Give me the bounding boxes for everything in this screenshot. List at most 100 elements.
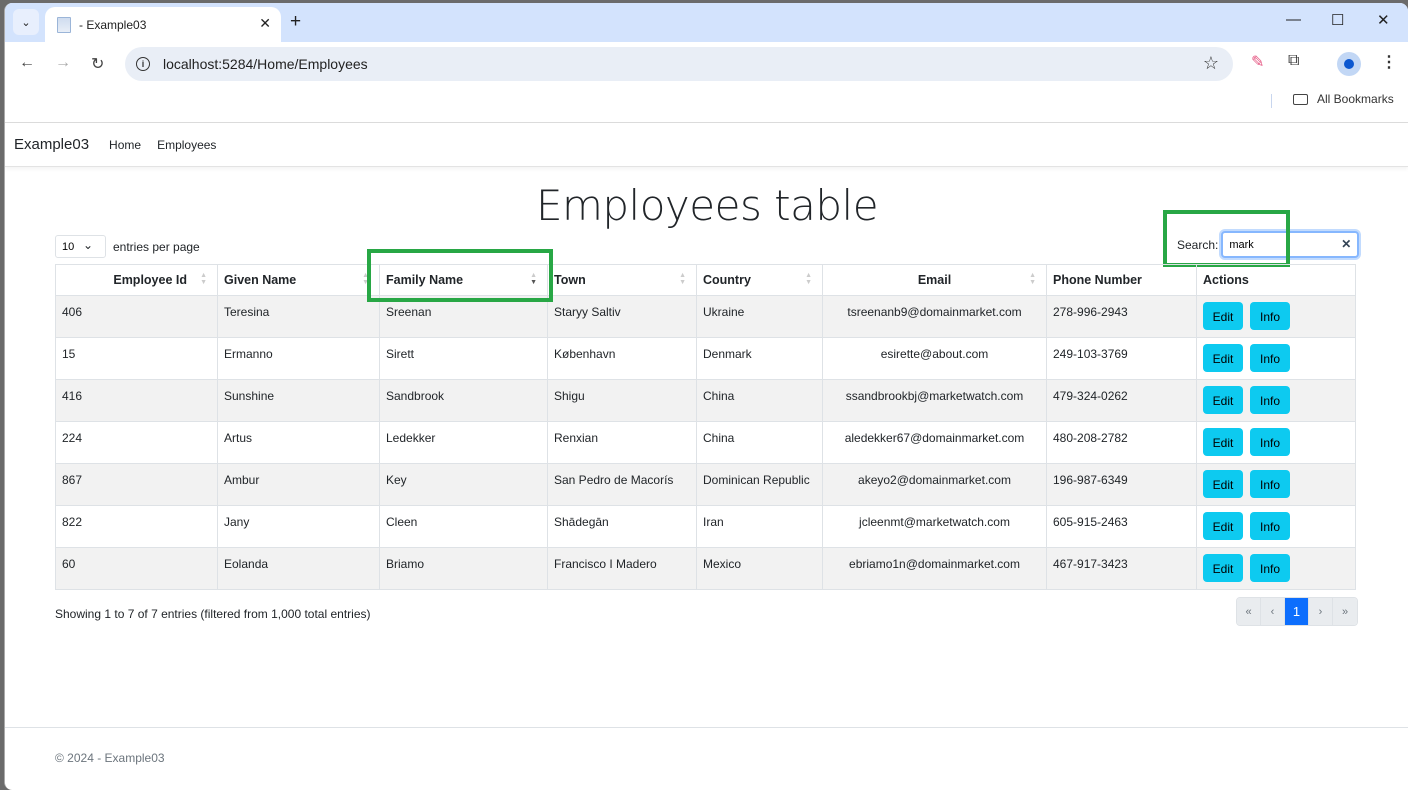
col-given-name[interactable]: Given Name ▲ ▼ [217,264,380,296]
cell-town: Francisco I Madero [547,547,697,590]
page-1-button[interactable]: 1 [1285,598,1309,625]
sort-icon: ▲ ▼ [805,272,812,286]
edit-button[interactable]: Edit [1203,344,1243,372]
cell-actions: Edit Info [1196,463,1356,506]
eyedropper-extension-icon[interactable]: ✎ [1251,52,1264,72]
cell-actions: Edit Info [1196,295,1356,338]
table-header-row: Employee Id ▲ ▼ Given Name ▲ ▼ Family Name ▲ ▼… [55,264,1356,296]
new-tab-icon[interactable]: + [290,11,301,33]
cell-given: Artus [217,421,380,464]
close-tab-icon[interactable]: ✕ [259,15,271,32]
url-text: localhost:5284/Home/Employees [163,56,368,72]
nav-link-employees[interactable]: Employees [157,138,216,152]
maximize-icon[interactable]: ☐ [1331,11,1344,29]
cell-town: San Pedro de Macorís [547,463,697,506]
last-page-button[interactable]: » [1333,598,1357,625]
brand-link[interactable]: Example03 [14,136,89,153]
table-row: 416 Sunshine Sandbrook Shigu China ssandbrook… [55,379,1356,422]
edit-button[interactable]: Edit [1203,554,1243,582]
nav-link-home[interactable]: Home [109,138,141,152]
site-navbar: Example03 Home Employees [5,123,1408,167]
edit-button[interactable]: Edit [1203,512,1243,540]
browser-window: ⌄ - Example03 ✕ + — ☐ ✕ ← → ↻ i localhos… [4,3,1408,790]
site-info-icon[interactable]: i [136,57,150,71]
menu-kebab-icon[interactable]: ⋮ [1381,52,1397,72]
cell-email: ssandbrookbj@marketwatch.com [822,379,1047,422]
col-phone-number: Phone Number [1046,264,1197,296]
cell-actions: Edit Info [1196,337,1356,380]
cell-given: Ambur [217,463,380,506]
tab-strip: ⌄ - Example03 ✕ + — ☐ ✕ [5,3,1408,42]
info-button[interactable]: Info [1250,512,1290,540]
minimize-icon[interactable]: — [1286,11,1301,28]
back-icon[interactable]: ← [19,54,35,72]
edit-button[interactable]: Edit [1203,470,1243,498]
cell-town: Staryy Saltiv [547,295,697,338]
clear-search-icon[interactable]: ✕ [1341,237,1351,251]
col-email[interactable]: Email ▲ ▼ [822,264,1047,296]
cell-email: ebriamo1n@domainmarket.com [822,547,1047,590]
cell-id: 15 [55,337,218,380]
cell-family: Key [379,463,548,506]
first-page-button[interactable]: « [1237,598,1261,625]
cell-given: Eolanda [217,547,380,590]
col-employee-id[interactable]: Employee Id ▲ ▼ [55,264,218,296]
cell-email: jcleenmt@marketwatch.com [822,505,1047,548]
page-favicon-icon [57,16,71,33]
table-row: 60 Eolanda Briamo Francisco I Madero Mexico e… [55,547,1356,590]
cell-phone: 196-987-6349 [1046,463,1197,506]
address-bar[interactable]: i localhost:5284/Home/Employees ☆ [125,47,1233,81]
browser-tab[interactable]: - Example03 ✕ [45,7,281,42]
sort-icon: ▲ ▼ [200,272,207,286]
tab-title: - Example03 [79,17,147,32]
col-town[interactable]: Town ▲ ▼ [547,264,697,296]
info-button[interactable]: Info [1250,470,1290,498]
cell-email: akeyo2@domainmarket.com [822,463,1047,506]
cell-id: 224 [55,421,218,464]
cell-phone: 605-915-2463 [1046,505,1197,548]
reload-icon[interactable]: ↻ [91,54,104,74]
edit-button[interactable]: Edit [1203,428,1243,456]
forward-icon[interactable]: → [55,54,71,72]
cell-actions: Edit Info [1196,547,1356,590]
prev-page-button[interactable]: ‹ [1261,598,1285,625]
tab-search-button[interactable]: ⌄ [13,9,39,35]
cell-family: Briamo [379,547,548,590]
cell-country: China [696,379,823,422]
window-close-icon[interactable]: ✕ [1377,11,1390,29]
per-page-label: entries per page [113,239,200,254]
cell-given: Ermanno [217,337,380,380]
cell-family: Cleen [379,505,548,548]
edit-button[interactable]: Edit [1203,302,1243,330]
table-row: 867 Ambur Key San Pedro de Macorís Dominican… [55,463,1356,506]
cell-phone: 467-917-3423 [1046,547,1197,590]
cell-country: Mexico [696,547,823,590]
cell-given: Sunshine [217,379,380,422]
extensions-puzzle-icon[interactable]: ⧉ [1288,52,1299,70]
info-button[interactable]: Info [1250,302,1290,330]
cell-family: Sirett [379,337,548,380]
footer: © 2024 - Example03 [5,727,1408,765]
cell-given: Jany [217,505,380,548]
info-button[interactable]: Info [1250,386,1290,414]
next-page-button[interactable]: › [1309,598,1333,625]
cell-country: Dominican Republic [696,463,823,506]
cell-id: 406 [55,295,218,338]
profile-avatar[interactable] [1337,52,1361,76]
info-button[interactable]: Info [1250,428,1290,456]
table-row: 822 Jany Cleen Shādegān Iran jcleenmt@marketw… [55,505,1356,548]
edit-button[interactable]: Edit [1203,386,1243,414]
cell-country: China [696,421,823,464]
col-country[interactable]: Country ▲ ▼ [696,264,823,296]
bookmark-star-icon[interactable]: ☆ [1203,53,1219,74]
cell-email: tsreenanb9@domainmarket.com [822,295,1047,338]
cell-phone: 480-208-2782 [1046,421,1197,464]
per-page-select[interactable]: 10 [55,235,106,258]
info-button[interactable]: Info [1250,554,1290,582]
cell-actions: Edit Info [1196,505,1356,548]
table-row: 406 Teresina Sreenan Staryy Saltiv Ukraine ts… [55,295,1356,338]
info-button[interactable]: Info [1250,344,1290,372]
entries-per-page: 10 ⌄ entries per page [55,235,200,258]
cell-town: Shādegān [547,505,697,548]
all-bookmarks-button[interactable]: All Bookmarks [1317,92,1394,106]
